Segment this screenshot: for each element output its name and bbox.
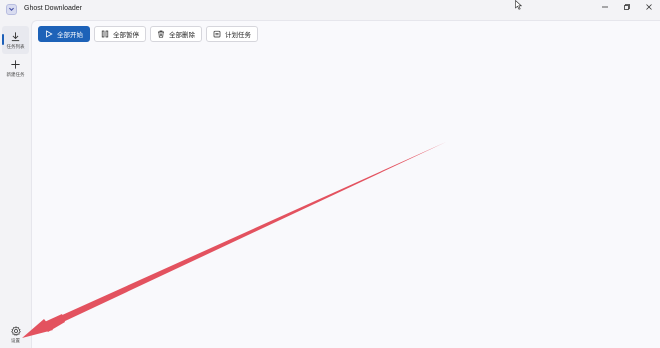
- sidebar-item-label: 设置: [11, 338, 20, 343]
- schedule-task-button[interactable]: 计划任务: [206, 26, 258, 42]
- title-bar: Ghost Downloader: [0, 0, 660, 20]
- app-logo-icon: [6, 4, 17, 15]
- minimize-button[interactable]: [594, 0, 616, 14]
- sidebar-item-label: 任务列表: [6, 43, 25, 49]
- sidebar-item-new-task[interactable]: 新建任务: [2, 54, 29, 82]
- pause-all-label: 全部暂停: [113, 32, 139, 39]
- start-all-label: 全部开始: [57, 32, 83, 39]
- sidebar-item-settings[interactable]: 设置: [2, 321, 29, 348]
- task-list-panel: 全部开始 全部暂停 全部删除 计划任务: [31, 20, 660, 348]
- toolbar: 全部开始 全部暂停 全部删除 计划任务: [38, 26, 258, 42]
- restore-button[interactable]: [616, 0, 638, 14]
- delete-all-label: 全部删除: [169, 32, 195, 39]
- window-controls: [594, 0, 660, 16]
- mouse-cursor-icon: [515, 0, 522, 10]
- active-indicator: [2, 34, 4, 45]
- sidebar-item-task-list[interactable]: 任务列表: [2, 26, 29, 54]
- play-icon: [46, 30, 53, 38]
- sidebar-item-label: 新建任务: [6, 71, 25, 77]
- gear-icon: [10, 326, 21, 336]
- calendar-icon: [213, 30, 221, 38]
- trash-icon: [158, 30, 164, 38]
- close-icon: [646, 4, 652, 10]
- delete-all-button[interactable]: 全部删除: [150, 26, 202, 42]
- window-title: Ghost Downloader: [24, 5, 82, 12]
- start-all-button[interactable]: 全部开始: [38, 26, 90, 42]
- plus-icon: [11, 59, 20, 69]
- schedule-task-label: 计划任务: [225, 32, 251, 39]
- sidebar: 任务列表 新建任务 设置: [0, 20, 31, 348]
- close-button[interactable]: [638, 0, 660, 14]
- minimize-icon: [602, 6, 608, 8]
- pause-icon: [101, 30, 109, 38]
- download-icon: [11, 31, 20, 41]
- pause-all-button[interactable]: 全部暂停: [94, 26, 146, 42]
- restore-icon: [624, 4, 630, 10]
